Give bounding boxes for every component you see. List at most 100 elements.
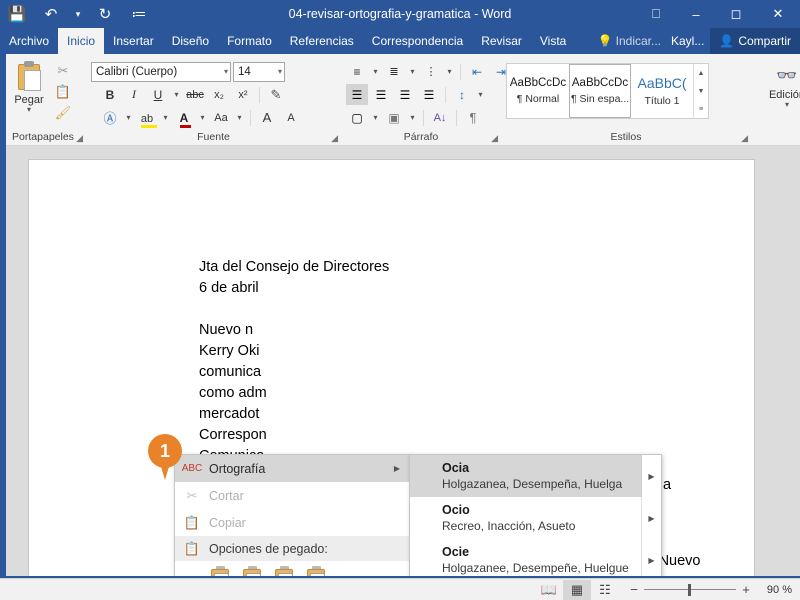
scroll-up-icon[interactable]: ▲ [694,64,708,82]
tab-inicio[interactable]: Inicio [58,28,105,54]
align-center-icon[interactable]: ☰ [370,84,392,105]
dialog-launcher-icon[interactable]: ◢ [76,133,83,144]
shading-icon[interactable]: ▢ [346,107,368,128]
zoom-out-button[interactable]: − [629,582,639,597]
more-styles-icon[interactable]: ≡ [694,100,708,118]
share-button[interactable]: 👤 Compartir [710,28,800,54]
justify-icon[interactable]: ☰ [418,84,440,105]
tab-formato[interactable]: Formato [218,28,281,54]
scroll-down-icon[interactable]: ▼ [694,82,708,100]
chevron-down-icon[interactable]: ▾ [123,113,134,122]
minimize-icon[interactable]: – [676,0,716,28]
chevron-down-icon[interactable]: ▾ [407,67,418,76]
decrease-indent-icon[interactable]: ⇤ [466,61,488,82]
font-color-icon[interactable]: A [173,107,195,128]
style-sin-espaciado[interactable]: AaBbCcDc ¶ Sin espa... [569,64,631,118]
highlight-color-icon[interactable]: ab [136,107,158,128]
chevron-down-icon[interactable]: ▾ [370,67,381,76]
tab-referencias[interactable]: Referencias [281,28,363,54]
chevron-down-icon[interactable]: ▾ [785,101,789,109]
ribbon-display-options-icon[interactable]: ⎕ [636,0,676,28]
line-spacing-icon[interactable]: ↕ [451,84,473,105]
underline-button[interactable]: U [147,84,169,105]
menu-item-label: Copiar [209,515,246,530]
tab-vista[interactable]: Vista [531,28,575,54]
keep-source-formatting-paste-icon[interactable]: ✎ [209,566,231,576]
numbered-list-icon[interactable]: ≣ [383,61,405,82]
change-case-button[interactable]: Aa [210,107,232,128]
submenu-arrow-icon[interactable]: ▶ [641,455,661,497]
font-size-input[interactable]: 14 ▾ [233,61,285,82]
tell-me-box[interactable]: 💡 Indicar... [594,34,665,48]
tab-diseno[interactable]: Diseño [163,28,218,54]
show-formatting-marks-icon[interactable]: ¶ [462,107,484,128]
align-right-icon[interactable]: ☰ [394,84,416,105]
style-normal[interactable]: AaBbCcDc ¶ Normal [507,64,569,118]
sort-icon[interactable]: A↓ [429,107,451,128]
chevron-down-icon[interactable]: ▾ [27,106,31,114]
copy-icon[interactable]: 📋 [53,83,73,101]
format-painter-icon[interactable]: 🖌 [53,104,73,122]
suggestion-ocie[interactable]: Ocie Holgazanee, Desempeñe, Huelgue ▶ [410,539,661,576]
font-name-input[interactable]: Calibri (Cuerpo) ▾ [91,61,231,82]
bullet-list-icon[interactable]: ≡ [346,61,368,82]
print-layout-icon[interactable]: ▦ [563,579,591,600]
zoom-in-button[interactable]: + [741,582,751,597]
chevron-down-icon[interactable]: ▾ [171,90,182,99]
picture-paste-icon[interactable]: ▣ [273,566,295,576]
keep-text-only-paste-icon[interactable]: A [305,566,327,576]
dialog-launcher-icon[interactable]: ◢ [331,133,338,144]
tab-revisar[interactable]: Revisar [472,28,531,54]
chevron-down-icon[interactable]: ▾ [160,113,171,122]
dialog-launcher-icon[interactable]: ◢ [491,133,498,144]
submenu-arrow-icon[interactable]: ▶ [641,497,661,539]
tab-correspondencia[interactable]: Correspondencia [363,28,472,54]
chevron-down-icon[interactable]: ▾ [444,67,455,76]
borders-icon[interactable]: ▣ [383,107,405,128]
close-icon[interactable]: ✕ [756,0,800,28]
superscript-button[interactable]: x² [232,84,254,105]
grow-font-button[interactable]: A [256,107,278,128]
zoom-level-label[interactable]: 90 % [756,584,792,596]
chevron-down-icon[interactable]: ▾ [407,113,418,122]
tab-archivo[interactable]: Archivo [0,28,58,54]
menu-item-label: Ortografía [209,461,266,476]
tell-me-label: Indicar... [615,34,661,48]
web-layout-icon[interactable]: ☷ [591,580,619,600]
menu-item-ortografia[interactable]: ABC Ortografía ▶ [175,455,410,482]
chevron-down-icon[interactable]: ▾ [275,67,282,76]
chevron-down-icon[interactable]: ▾ [234,113,245,122]
read-mode-icon[interactable]: 📖 [535,580,563,600]
bold-button[interactable]: B [99,84,121,105]
dialog-launcher-icon[interactable]: ◢ [741,133,748,144]
style-titulo-1[interactable]: AaBbC( Título 1 [631,64,693,118]
suggestion-ocio[interactable]: Ocio Recreo, Inacción, Asueto ▶ [410,497,661,539]
strikethrough-button[interactable]: abc [184,84,206,105]
ribbon-tabs: Archivo Inicio Insertar Diseño Formato R… [0,28,800,54]
scissors-icon[interactable]: ✂ [53,62,73,80]
subscript-button[interactable]: x₂ [208,84,230,105]
align-left-icon[interactable]: ☰ [346,84,368,105]
zoom-slider[interactable] [644,583,736,596]
chevron-down-icon[interactable]: ▾ [221,67,228,76]
suggestion-synonyms: Holgazanee, Desempeñe, Huelgue [442,560,629,575]
chevron-down-icon[interactable]: ▾ [197,113,208,122]
shrink-font-button[interactable]: A [280,107,302,128]
text-effects-icon[interactable]: Ⓐ [99,107,121,128]
clear-formatting-icon[interactable]: ✎ [265,84,287,105]
editing-button[interactable]: 👓 Edición ▾ [756,59,800,109]
paste-button[interactable]: Pegar ▾ [5,59,53,114]
italic-button[interactable]: I [123,84,145,105]
style-name: ¶ Sin espa... [571,93,629,105]
user-account-label[interactable]: Kayl... [665,34,710,48]
group-estilos: AaBbCcDc ¶ Normal AaBbCcDc ¶ Sin espa...… [501,54,751,145]
zoom-slider-handle[interactable] [688,583,691,596]
suggestion-ocia[interactable]: Ocia Holgazanea, Desempeña, Huelga ▶ [410,455,661,497]
chevron-down-icon[interactable]: ▾ [475,90,486,99]
merge-formatting-paste-icon[interactable]: ➜ [241,566,263,576]
submenu-arrow-icon[interactable]: ▶ [641,539,661,576]
chevron-down-icon[interactable]: ▾ [370,113,381,122]
multilevel-list-icon[interactable]: ⋮ [420,61,442,82]
tab-insertar[interactable]: Insertar [104,28,163,54]
maximize-icon[interactable]: ◻ [716,0,756,28]
